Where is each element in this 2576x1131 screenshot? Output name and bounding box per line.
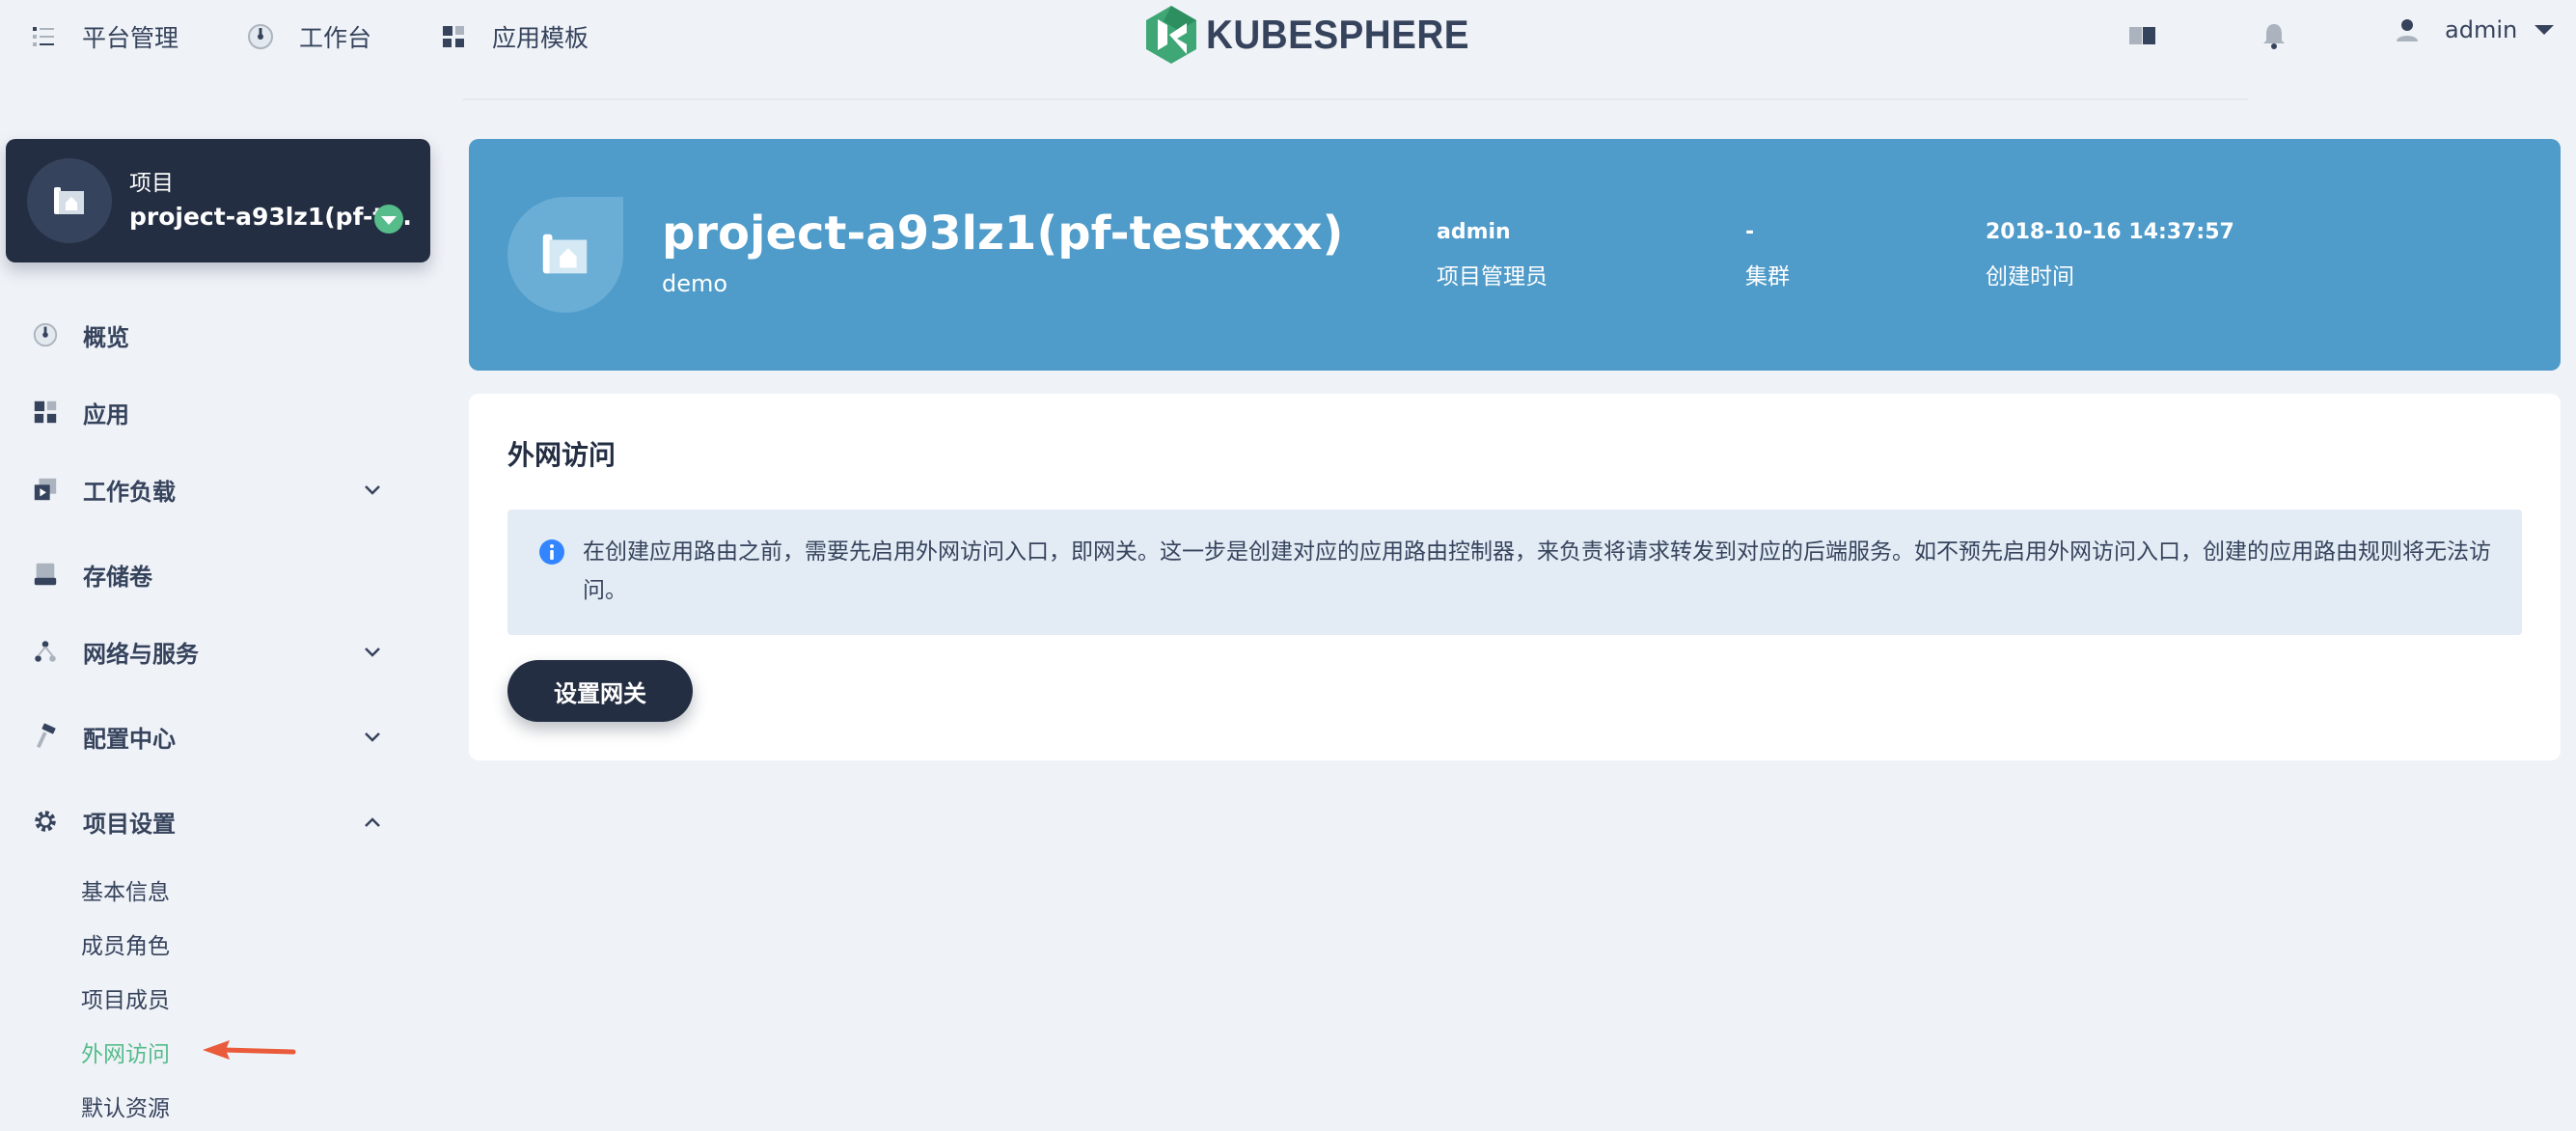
project-name: project-a93lz1(pf-t... xyxy=(129,203,412,231)
nav-platform-management-label: 平台管理 xyxy=(82,24,179,52)
sidebar-subitem-default-resources[interactable]: 默认资源 xyxy=(81,1090,170,1122)
logo-text: KUBESPHERE xyxy=(1206,12,1469,57)
dashboard-icon xyxy=(31,320,60,349)
sidebar-item-project-settings[interactable]: 项目设置 xyxy=(31,797,397,845)
sidebar-item-label: 存储卷 xyxy=(83,563,152,591)
stat-value: admin xyxy=(1437,220,1511,244)
apps-icon xyxy=(443,26,464,47)
nav-platform-management[interactable]: 平台管理 xyxy=(29,17,178,56)
project-avatar xyxy=(27,158,112,243)
sidebar-item-config[interactable]: 配置中心 xyxy=(31,712,397,760)
sidebar-item-label: 概览 xyxy=(83,323,129,351)
info-icon xyxy=(539,539,564,565)
network-icon xyxy=(31,637,60,666)
project-selector[interactable]: 项目 project-a93lz1(pf-t... xyxy=(6,139,430,262)
kubesphere-logo[interactable]: KUBESPHERE xyxy=(1144,4,1493,66)
chevron-up-icon xyxy=(365,817,380,827)
sidebar-item-label: 工作负载 xyxy=(83,478,176,506)
user-icon xyxy=(2397,19,2418,41)
stat-cluster: - 集群 xyxy=(1745,220,1790,290)
storage-icon xyxy=(31,560,60,589)
chevron-down-icon xyxy=(365,732,380,742)
stat-value: 2018-10-16 14:37:57 xyxy=(1986,220,2234,244)
stat-admin: admin 项目管理员 xyxy=(1437,220,1548,290)
stat-label: 项目管理员 xyxy=(1437,264,1548,290)
sidebar-item-volumes[interactable]: 存储卷 xyxy=(31,550,397,598)
set-gateway-button[interactable]: 设置网关 xyxy=(507,660,693,722)
nav-workbench[interactable]: 工作台 xyxy=(246,17,371,56)
nav-app-templates-label: 应用模板 xyxy=(492,24,589,52)
list-icon xyxy=(33,27,54,46)
sidebar-item-label: 配置中心 xyxy=(83,725,176,753)
sidebar-item-label: 网络与服务 xyxy=(83,640,199,668)
workload-icon xyxy=(31,475,60,504)
username: admin xyxy=(2445,16,2518,43)
stat-label: 创建时间 xyxy=(1986,264,2074,290)
dashboard-icon xyxy=(248,24,273,49)
stat-value: - xyxy=(1745,220,1755,244)
project-banner: project-a93lz1(pf-testxxx) demo admin 项目… xyxy=(469,139,2561,371)
apps-icon xyxy=(31,398,60,427)
sidebar-item-label: 项目设置 xyxy=(83,810,176,838)
project-description: demo xyxy=(662,270,728,297)
chevron-down-icon xyxy=(365,485,380,495)
sidebar-subitem-basic-info[interactable]: 基本信息 xyxy=(81,873,170,906)
info-message: 在创建应用路由之前，需要先启用外网访问入口，即网关。这一步是创建对应的应用路由控… xyxy=(583,539,2491,603)
gear-icon xyxy=(31,807,60,836)
project-type-label: 项目 xyxy=(129,171,174,196)
project-avatar xyxy=(507,197,623,313)
user-menu[interactable]: admin xyxy=(2393,15,2555,44)
header-divider xyxy=(463,98,2248,100)
sidebar-subitem-member-roles[interactable]: 成员角色 xyxy=(81,927,170,960)
bell-icon[interactable] xyxy=(2258,19,2290,52)
sidebar-subitem-internet-access[interactable]: 外网访问 xyxy=(81,1035,170,1068)
nav-app-templates[interactable]: 应用模板 xyxy=(439,17,589,56)
chevron-down-icon[interactable] xyxy=(374,205,403,234)
stat-created-time: 2018-10-16 14:37:57 创建时间 xyxy=(1986,220,2234,290)
hammer-icon xyxy=(31,722,60,751)
sidebar-item-apps[interactable]: 应用 xyxy=(31,388,397,436)
project-icon xyxy=(542,234,588,274)
gateway-card: 外网访问 在创建应用路由之前，需要先启用外网访问入口，即网关。这一步是创建对应的… xyxy=(469,394,2561,760)
nav-workbench-label: 工作台 xyxy=(299,24,372,52)
kubesphere-logo-icon xyxy=(1146,6,1196,64)
info-alert: 在创建应用路由之前，需要先启用外网访问入口，即网关。这一步是创建对应的应用路由控… xyxy=(507,510,2522,635)
sidebar-item-label: 应用 xyxy=(83,400,129,428)
sidebar-subitem-project-members[interactable]: 项目成员 xyxy=(81,981,170,1014)
top-bar: 平台管理 工作台 应用模板 KUBESPHERE admin xyxy=(0,0,2576,100)
chevron-down-icon xyxy=(2535,25,2555,35)
sidebar-item-network[interactable]: 网络与服务 xyxy=(31,627,397,676)
sidebar-item-overview[interactable]: 概览 xyxy=(31,311,397,359)
project-title: project-a93lz1(pf-testxxx) xyxy=(662,207,1344,261)
project-icon xyxy=(54,187,84,214)
sidebar-item-workloads[interactable]: 工作负载 xyxy=(31,465,397,513)
annotation-arrow-icon xyxy=(203,1040,296,1060)
docs-icon[interactable] xyxy=(2126,19,2159,52)
section-title: 外网访问 xyxy=(507,439,617,471)
stat-label: 集群 xyxy=(1745,264,1790,290)
chevron-down-icon xyxy=(365,648,380,657)
